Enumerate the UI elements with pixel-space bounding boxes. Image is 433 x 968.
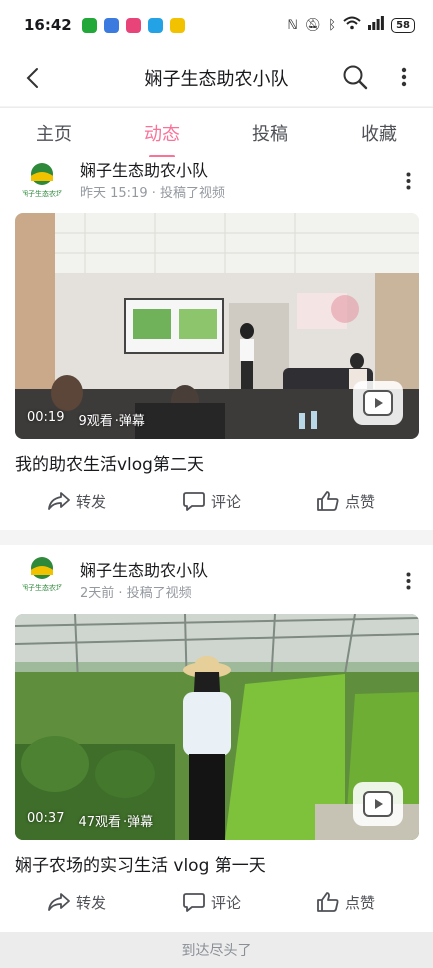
video-duration: 00:37 — [27, 811, 65, 826]
signal-icon — [368, 16, 384, 34]
video-title[interactable]: 我的助农生活vlog第二天 — [15, 450, 204, 475]
app-icon — [103, 17, 119, 33]
thumbs-up-icon — [317, 491, 339, 511]
back-button[interactable] — [14, 60, 50, 96]
video-thumbnail[interactable]: 00:37 47观看 ·弹幕 — [15, 614, 419, 840]
share-icon — [48, 492, 70, 510]
avatar-text: 娴子生态农场 — [21, 583, 63, 592]
video-stats: 00:19 9观看 ·弹幕 — [27, 410, 145, 429]
comment-label: 评论 — [211, 492, 242, 511]
avatar[interactable]: 娴子生态农场 — [20, 553, 64, 597]
more-vertical-icon — [401, 67, 407, 87]
tab-dynamics[interactable]: 动态 — [122, 108, 202, 158]
app-icon — [169, 17, 185, 33]
share-button[interactable]: 转发 — [48, 481, 106, 521]
video-title[interactable]: 娴子农场的实习生活 vlog 第一天 — [15, 851, 266, 876]
post-meta: 昨天 15:19 · 投稿了视频 — [80, 186, 225, 201]
tab-label: 主页 — [36, 124, 72, 145]
search-icon — [343, 65, 368, 90]
avatar[interactable]: 娴子生态农场 — [20, 159, 64, 203]
comment-button[interactable]: 评论 — [183, 481, 241, 521]
avatar-text: 娴子生态农场 — [21, 189, 63, 198]
share-button[interactable]: 转发 — [48, 882, 106, 922]
search-button[interactable] — [338, 58, 372, 96]
share-label: 转发 — [76, 893, 107, 912]
tab-bar: 主页 动态 投稿 收藏 — [0, 107, 433, 158]
play-icon — [363, 791, 393, 817]
comment-button[interactable]: 评论 — [183, 882, 241, 922]
post-meta: 2天前 · 投稿了视频 — [80, 586, 192, 601]
post-more-button[interactable] — [396, 569, 420, 593]
view-count: 9观看 — [78, 414, 113, 429]
video-duration: 00:19 — [27, 410, 65, 425]
like-button[interactable]: 点赞 — [317, 481, 375, 521]
tab-submissions[interactable]: 投稿 — [230, 108, 310, 158]
play-button[interactable] — [353, 782, 403, 826]
status-bar: 16:42 ℕ 🔕︎ ᛒ 58 — [0, 0, 433, 50]
author-name[interactable]: 娴子生态助农小队 — [80, 157, 208, 181]
comment-icon — [183, 492, 205, 511]
comment-icon — [183, 893, 205, 912]
action-bar: 转发 评论 点赞 — [0, 481, 433, 521]
top-bar: 娴子生态助农小队 — [0, 50, 433, 106]
share-label: 转发 — [76, 492, 107, 511]
tab-label: 收藏 — [361, 124, 397, 145]
comment-label: 评论 — [211, 893, 242, 912]
like-label: 点赞 — [345, 893, 376, 912]
view-count: 47观看 — [78, 815, 122, 830]
play-icon — [363, 390, 393, 416]
like-label: 点赞 — [345, 492, 376, 511]
tab-label: 投稿 — [252, 124, 288, 145]
danmaku-count: ·弹幕 — [114, 414, 145, 429]
status-time: 16:42 — [24, 16, 72, 34]
chevron-left-icon — [26, 68, 38, 88]
more-button[interactable] — [390, 58, 418, 96]
wechat-icon — [81, 17, 97, 33]
app-icon — [125, 17, 141, 33]
post-more-button[interactable] — [396, 169, 420, 193]
like-button[interactable]: 点赞 — [317, 882, 375, 922]
author-name[interactable]: 娴子生态助农小队 — [80, 557, 208, 581]
video-stats: 00:37 47观看 ·弹幕 — [27, 811, 153, 830]
app-icon — [147, 17, 163, 33]
action-bar: 转发 评论 点赞 — [0, 882, 433, 922]
post-card: 娴子生态农场 娴子生态助农小队 2天前 · 投稿了视频 00:37 47观看 ·… — [0, 545, 433, 932]
battery-indicator: 58 — [391, 17, 415, 33]
post-card: 娴子生态农场 娴子生态助农小队 昨天 15:19 · 投稿了视频 00:19 9… — [0, 157, 433, 530]
more-vertical-icon — [406, 172, 410, 190]
more-vertical-icon — [406, 572, 410, 590]
wifi-icon — [343, 16, 361, 34]
end-of-list-indicator: 到达尽头了 — [0, 932, 433, 968]
bluetooth-icon: ᛒ — [328, 17, 337, 33]
video-thumbnail[interactable]: 00:19 9观看 ·弹幕 — [15, 213, 419, 439]
tab-home[interactable]: 主页 — [14, 108, 94, 158]
share-icon — [48, 893, 70, 911]
thumbs-up-icon — [317, 892, 339, 912]
play-button[interactable] — [353, 381, 403, 425]
mute-icon: 🔕︎ — [304, 17, 322, 33]
status-icons: ℕ 🔕︎ ᛒ 58 — [287, 16, 415, 34]
tab-label: 动态 — [144, 124, 180, 145]
danmaku-count: ·弹幕 — [123, 815, 154, 830]
tab-favorites[interactable]: 收藏 — [339, 108, 419, 158]
nfc-icon: ℕ — [287, 17, 298, 33]
